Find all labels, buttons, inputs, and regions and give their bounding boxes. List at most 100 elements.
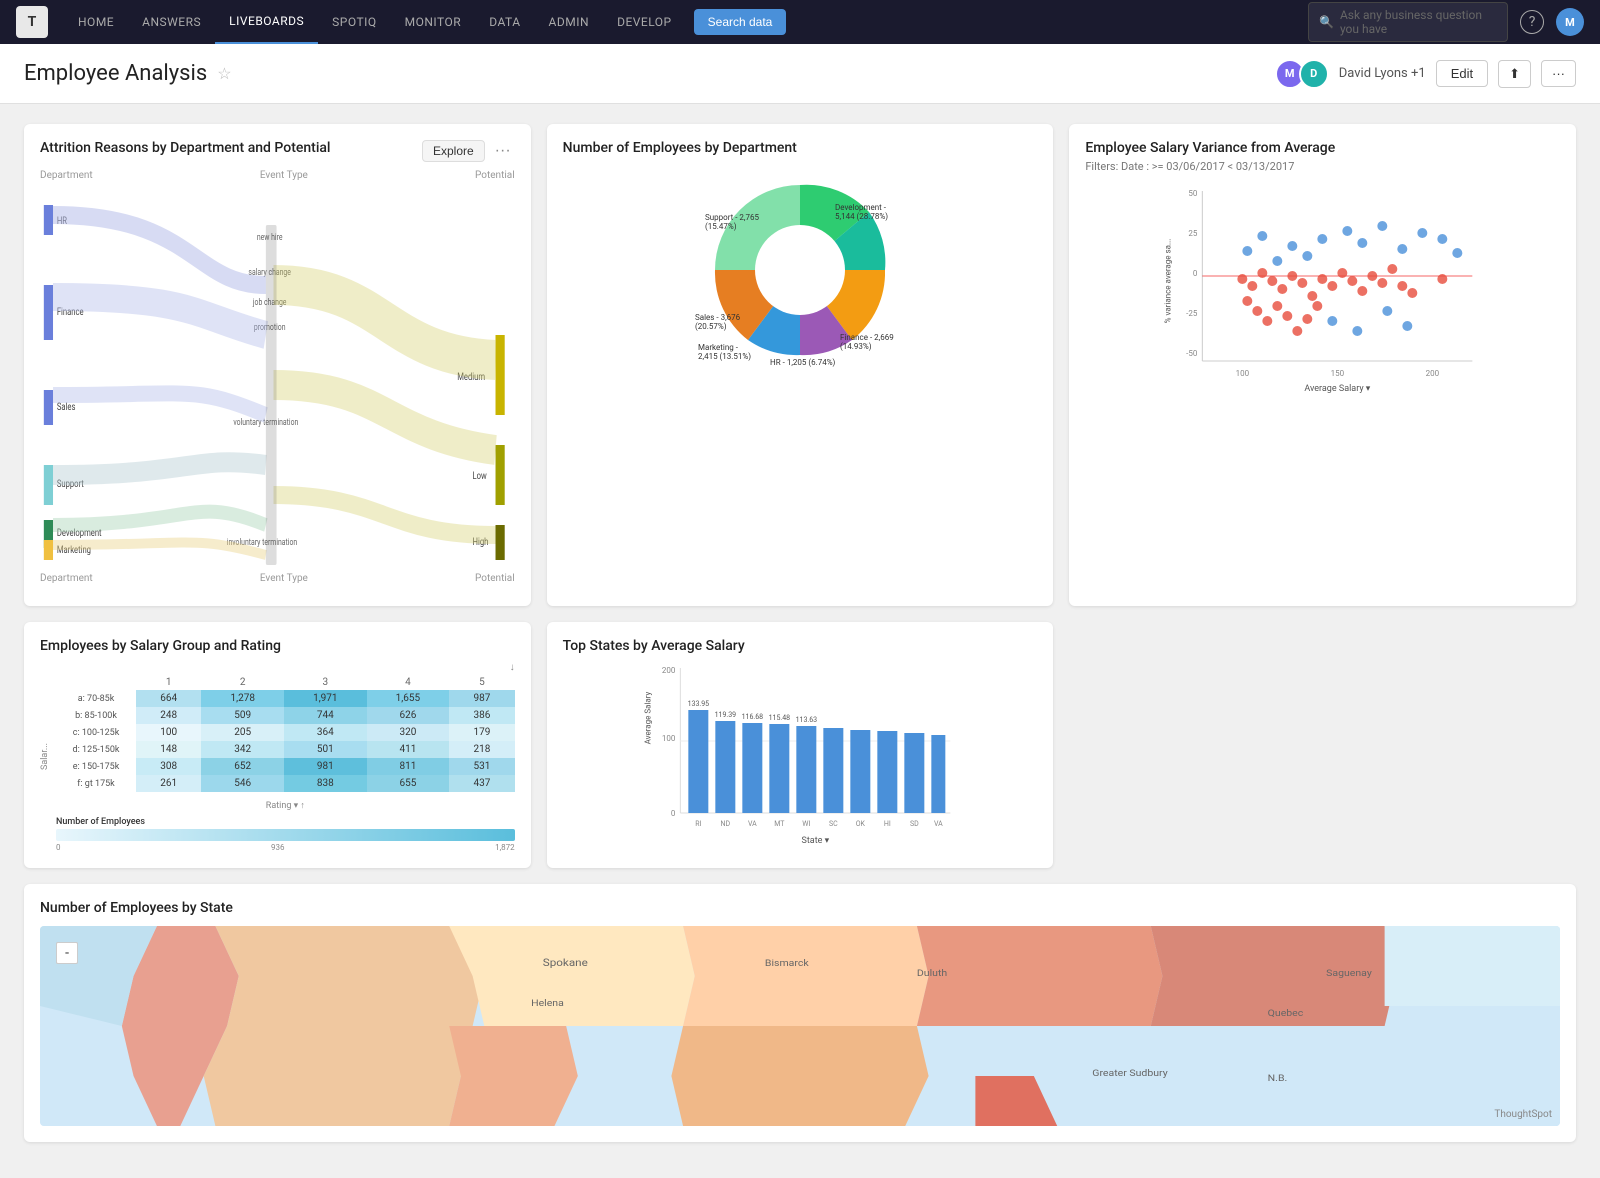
scatter-chart: 50 25 0 -25 -50 100 150 200 Average Sala… xyxy=(1085,181,1560,381)
salary-heatmap-card: Employees by Salary Group and Rating Sal… xyxy=(24,622,531,868)
map-card-title: Number of Employees by State xyxy=(40,900,1560,916)
svg-text:116.68: 116.68 xyxy=(741,713,763,721)
nav-monitor[interactable]: MONITOR xyxy=(391,0,476,44)
svg-text:Helena: Helena xyxy=(531,999,564,1009)
page-title: Employee Analysis xyxy=(24,61,207,86)
collaborators-label: David Lyons +1 xyxy=(1339,66,1426,81)
heatmap-y-label: Salar... xyxy=(40,662,56,852)
nav-develop[interactable]: DEVELOP xyxy=(603,0,686,44)
bar-chart: 200 100 0 Average Salary 133.95 RI 119.3… xyxy=(563,658,1038,838)
nav-right: 🔍 Ask any business question you have ? M xyxy=(1308,2,1584,42)
svg-text:150: 150 xyxy=(1331,369,1345,378)
heatmap-scale-bar xyxy=(56,829,515,841)
svg-text:-50: -50 xyxy=(1186,349,1198,358)
svg-text:RI: RI xyxy=(695,820,701,828)
dept-card-title: Number of Employees by Department xyxy=(563,140,1038,156)
sankey-svg: HR Finance Sales Support Development Mar… xyxy=(40,185,515,565)
search-data-button[interactable]: Search data xyxy=(694,9,787,35)
top-states-title: Top States by Average Salary xyxy=(563,638,1038,654)
table-row: e: 150-175k 308 652 981 811 531 xyxy=(56,758,515,775)
ask-search-box[interactable]: 🔍 Ask any business question you have xyxy=(1308,2,1508,42)
heatmap-row-header xyxy=(56,675,136,690)
svg-text:SC: SC xyxy=(829,820,838,828)
svg-text:25: 25 xyxy=(1189,229,1198,238)
svg-text:WI: WI xyxy=(802,820,810,828)
zoom-out-button[interactable]: - xyxy=(56,942,78,964)
attrition-card: Attrition Reasons by Department and Pote… xyxy=(24,124,531,606)
help-button[interactable]: ? xyxy=(1520,10,1544,34)
svg-text:Finance - 2,669: Finance - 2,669 xyxy=(840,333,894,342)
svg-text:VA: VA xyxy=(748,820,757,828)
svg-text:-25: -25 xyxy=(1186,309,1198,318)
svg-text:State ▾: State ▾ xyxy=(801,836,829,846)
svg-text:ND: ND xyxy=(720,820,730,828)
table-row: b: 85-100k 248 509 744 626 386 xyxy=(56,707,515,724)
donut-chart: Development - 5,144 (28.78%) Support - 2… xyxy=(563,160,1038,380)
nav-home[interactable]: HOME xyxy=(64,0,128,44)
svg-text:Duluth: Duluth xyxy=(917,969,947,979)
sort-indicator[interactable]: ↓ xyxy=(510,662,515,673)
sankey-axis-bottom: Department Event Type Potential xyxy=(40,573,515,584)
svg-text:0: 0 xyxy=(670,809,675,818)
salary-variance-title: Employee Salary Variance from Average xyxy=(1085,140,1560,156)
logo[interactable]: T xyxy=(16,6,48,38)
svg-text:2,415 (13.51%): 2,415 (13.51%) xyxy=(698,352,751,361)
svg-text:N.B.: N.B. xyxy=(1268,1074,1288,1084)
share-button[interactable]: ⬆ xyxy=(1498,60,1531,88)
salary-heatmap-title: Employees by Salary Group and Rating xyxy=(40,638,515,654)
svg-text:5,144 (28.78%): 5,144 (28.78%) xyxy=(835,212,888,221)
attrition-more-button[interactable]: ··· xyxy=(491,142,515,160)
nav-liveboards[interactable]: LIVEBOARDS xyxy=(215,0,318,44)
svg-text:100: 100 xyxy=(661,734,675,743)
table-row: c: 100-125k 100 205 364 320 179 xyxy=(56,724,515,741)
svg-text:SD: SD xyxy=(910,820,919,828)
thoughtspot-watermark: ThoughtSpot xyxy=(1494,1109,1552,1120)
heatmap-col-2: 2 xyxy=(201,675,284,690)
nav-data[interactable]: DATA xyxy=(475,0,534,44)
heatmap-col-3: 3 xyxy=(284,675,367,690)
svg-text:Development -: Development - xyxy=(835,203,887,212)
avatar-group: M D xyxy=(1275,59,1329,89)
heatmap-wrapper: Salar... ↓ 1 2 3 4 xyxy=(40,662,515,852)
svg-text:Average Salary: Average Salary xyxy=(643,691,652,744)
svg-text:100: 100 xyxy=(1236,369,1250,378)
svg-text:0: 0 xyxy=(1193,269,1198,278)
nav-items: HOME ANSWERS LIVEBOARDS SPOTIQ MONITOR D… xyxy=(64,0,1308,44)
svg-text:Quebec: Quebec xyxy=(1268,1009,1304,1019)
search-icon: 🔍 xyxy=(1319,15,1334,29)
nav-admin[interactable]: ADMIN xyxy=(535,0,604,44)
top-navigation: T HOME ANSWERS LIVEBOARDS SPOTIQ MONITOR… xyxy=(0,0,1600,44)
svg-text:Sales: Sales xyxy=(57,402,76,413)
heatmap-scale-title: Number of Employees xyxy=(56,817,515,827)
sankey-chart: Department Event Type Potential HR Finan… xyxy=(40,170,515,590)
svg-text:Saguenay: Saguenay xyxy=(1326,969,1372,979)
salary-variance-filter: Filters: Date : >= 03/06/2017 < 03/13/20… xyxy=(1085,160,1560,173)
edit-button[interactable]: Edit xyxy=(1436,60,1488,87)
map-card: Number of Employees by State + - xyxy=(24,884,1576,1142)
map-svg: Spokane Helena Bismarck Duluth Quebec Sa… xyxy=(40,926,1560,1126)
svg-text:(15.47%): (15.47%) xyxy=(705,222,737,231)
explore-button[interactable]: Explore xyxy=(422,140,485,162)
favorite-star-icon[interactable]: ☆ xyxy=(217,64,231,83)
heatmap-col-1: 1 xyxy=(136,675,201,690)
scale-max: 1,872 xyxy=(495,843,515,852)
svg-text:119.39: 119.39 xyxy=(714,711,736,719)
dept-employees-card: Number of Employees by Department xyxy=(547,124,1054,606)
more-options-button[interactable]: ··· xyxy=(1541,60,1576,87)
svg-text:HR - 1,205 (6.74%): HR - 1,205 (6.74%) xyxy=(770,358,836,367)
heatmap-col-5: 5 xyxy=(449,675,514,690)
svg-text:Average Salary ▾: Average Salary ▾ xyxy=(1305,384,1371,394)
salary-variance-card: Employee Salary Variance from Average Fi… xyxy=(1069,124,1576,606)
nav-spotiq[interactable]: SPOTIQ xyxy=(318,0,390,44)
attrition-card-header: Attrition Reasons by Department and Pote… xyxy=(40,140,515,162)
scale-mid: 936 xyxy=(271,843,285,852)
nav-answers[interactable]: ANSWERS xyxy=(128,0,215,44)
svg-text:Low: Low xyxy=(473,471,487,482)
svg-text:133.95: 133.95 xyxy=(687,700,709,708)
user-avatar[interactable]: M xyxy=(1556,8,1584,36)
svg-text:Bismarck: Bismarck xyxy=(765,959,809,969)
svg-text:50: 50 xyxy=(1189,189,1198,198)
svg-text:Marketing -: Marketing - xyxy=(698,343,739,352)
table-row: a: 70-85k 664 1,278 1,971 1,655 987 xyxy=(56,690,515,707)
table-row: f: gt 175k 261 546 838 655 437 xyxy=(56,775,515,792)
